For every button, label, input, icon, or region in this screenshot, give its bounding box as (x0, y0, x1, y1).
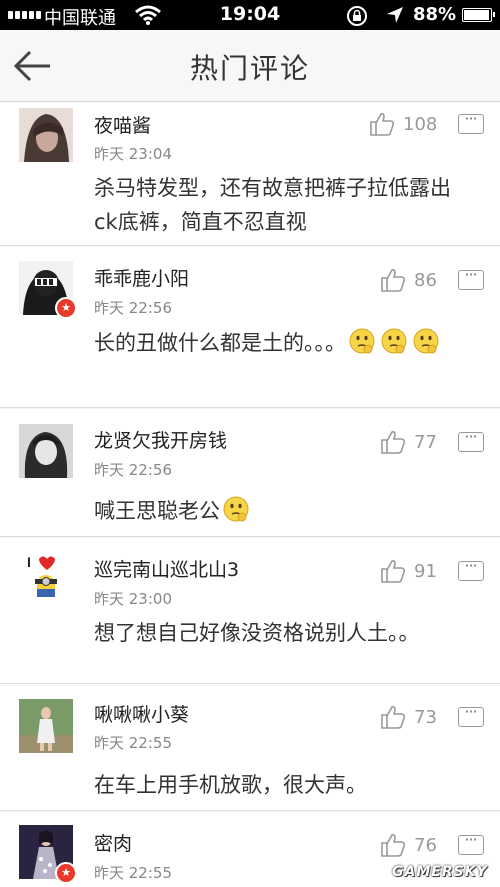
watermark: GAMERSKY (392, 864, 488, 880)
comment-username[interactable]: 乖乖鹿小阳 (94, 264, 189, 291)
location-icon (387, 7, 403, 23)
more-options-button[interactable] (458, 702, 484, 727)
verified-badge (55, 297, 77, 319)
comment-username[interactable]: 密肉 (94, 829, 132, 856)
like-count: 73 (414, 707, 437, 728)
comment-text: 喊王思聪老公 (94, 494, 464, 528)
thumbs-up-icon[interactable] (380, 429, 406, 455)
page-title: 热门评论 (189, 52, 310, 85)
comment-time: 昨天 23:00 (94, 590, 172, 608)
comment-username[interactable]: 啾啾啾小葵 (94, 700, 189, 727)
thumbs-up-icon[interactable] (369, 111, 395, 137)
comment-text: 想了想自己好像没资格说别人土。。 (94, 616, 464, 650)
comment-username[interactable]: 龙贤欠我开房钱 (94, 426, 227, 453)
comment-item: 夜喵酱 昨天 23:04 108 杀马特发型，还有故意把裤子拉低露出ck底裤，简… (0, 103, 500, 246)
more-options-button[interactable] (458, 830, 484, 855)
thinking-emoji-icon (381, 328, 407, 354)
avatar[interactable] (19, 424, 73, 478)
comment-time: 昨天 22:56 (94, 299, 172, 317)
svg-text:I: I (27, 554, 31, 570)
thumbs-up-icon[interactable] (380, 267, 406, 293)
more-options-button[interactable] (458, 556, 484, 581)
comment-text: 长的丑做什么都是土的。。。 (94, 326, 464, 360)
comment-username[interactable]: 夜喵酱 (94, 111, 151, 138)
comment-text-content: 长的丑做什么都是土的。。。 (94, 331, 346, 355)
like-count: 108 (403, 114, 438, 135)
like-count: 91 (414, 561, 437, 582)
thinking-emoji-icon (349, 328, 375, 354)
comment-text: 在车上用手机放歌，很大声。 (94, 768, 464, 802)
comment-text-content: 喊王思聪老公 (94, 499, 220, 523)
more-options-button[interactable] (458, 265, 484, 290)
thumbs-up-icon[interactable] (380, 704, 406, 730)
comment-time: 昨天 22:56 (94, 461, 172, 479)
thinking-emoji-icon (223, 496, 249, 522)
like-count: 77 (414, 432, 437, 453)
battery-icon (462, 8, 495, 22)
rotation-lock-icon (347, 6, 367, 26)
comment-time: 昨天 23:04 (94, 145, 172, 163)
thinking-emoji-icon (413, 328, 439, 354)
comment-username[interactable]: 巡完南山巡北山3 (94, 555, 239, 582)
more-options-button[interactable] (458, 109, 484, 134)
more-options-button[interactable] (458, 427, 484, 452)
comment-item: 啾啾啾小葵 昨天 22:55 73 在车上用手机放歌，很大声。 (0, 685, 500, 811)
thumbs-up-icon[interactable] (380, 832, 406, 858)
comment-item: 龙贤欠我开房钱 昨天 22:56 77 喊王思聪老公 (0, 409, 500, 537)
comment-text-content: 在车上用手机放歌，很大声。 (94, 773, 367, 797)
status-bar: 中国联通 19:04 88% (0, 0, 500, 30)
battery-percent: 88% (413, 4, 457, 25)
thumbs-up-icon[interactable] (380, 558, 406, 584)
comment-item: I 巡完南山巡北山3 昨天 23:00 91 想了想自己好像没资格说别人土。。 (0, 538, 500, 684)
like-count: 76 (414, 835, 437, 856)
comment-text: 杀马特发型，还有故意把裤子拉低露出ck底裤，简直不忍直视 (94, 171, 464, 239)
comment-time: 昨天 22:55 (94, 734, 172, 752)
avatar[interactable] (19, 108, 73, 162)
like-count: 86 (414, 270, 437, 291)
avatar[interactable] (19, 699, 73, 753)
nav-bar: 热门评论 (0, 30, 500, 102)
comment-text-content: 杀马特发型，还有故意把裤子拉低露出ck底裤，简直不忍直视 (94, 176, 451, 234)
comment-time: 昨天 22:55 (94, 864, 172, 882)
comment-text-content: 想了想自己好像没资格说别人土。。 (94, 621, 420, 645)
avatar[interactable]: I (19, 551, 73, 605)
verified-badge (55, 862, 77, 884)
